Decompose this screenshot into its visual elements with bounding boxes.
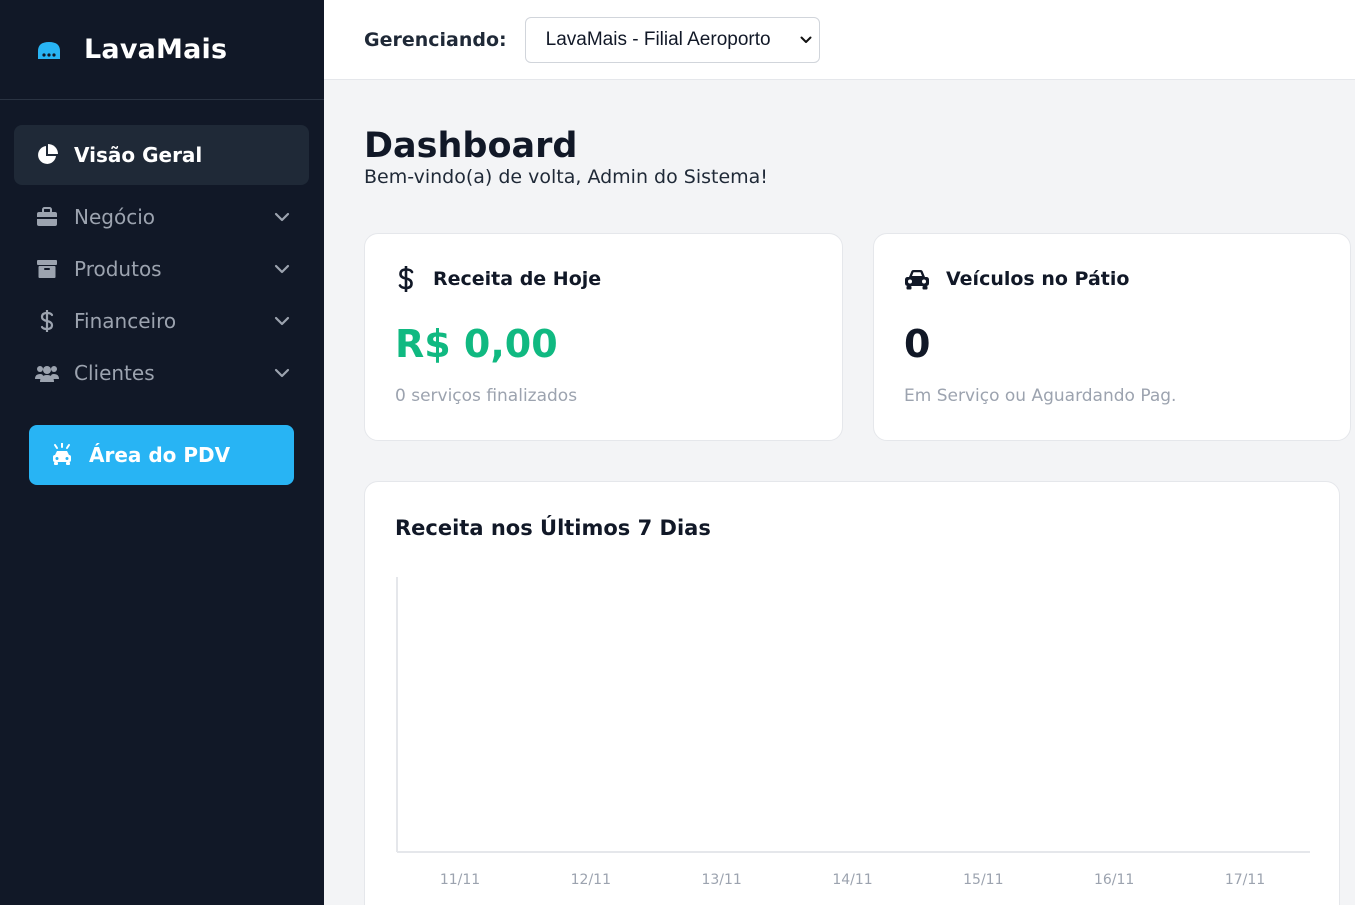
branch-select[interactable]: LavaMais - Filial Aeroporto: [524, 16, 820, 63]
revenue-today-card: Receita de Hoje R$ 0,00 0 serviços final…: [364, 233, 843, 441]
vehicles-in-yard-card: Veículos no Pátio 0 Em Serviço ou Aguard…: [873, 233, 1351, 441]
pie-chart-icon: [34, 144, 60, 166]
sidebar-item-visao-geral[interactable]: Visão Geral: [14, 125, 309, 185]
chevron-down-icon: [799, 33, 813, 47]
briefcase-icon: [34, 206, 60, 228]
pdv-area-button[interactable]: Área do PDV: [29, 425, 294, 485]
x-tick-label: 13/11: [701, 872, 741, 888]
sidebar-item-label: Produtos: [74, 257, 162, 281]
archive-box-icon: [34, 258, 60, 280]
sidebar-item-clientes[interactable]: Clientes: [14, 347, 309, 399]
revenue-chart-card: Receita nos Últimos 7 Dias 11/11 12/11 13/…: [364, 481, 1340, 905]
branch-select-value: LavaMais - Filial Aeroporto: [545, 28, 771, 50]
x-tick-label: 12/11: [571, 872, 611, 888]
pdv-area-label: Área do PDV: [89, 443, 231, 467]
x-tick-label: 15/11: [963, 872, 1003, 888]
card-title: Receita de Hoje: [433, 268, 602, 290]
car-icon: [904, 266, 930, 292]
sidebar-item-label: Clientes: [74, 361, 155, 385]
vehicles-count-value: 0: [904, 322, 931, 366]
services-finished-note: 0 serviços finalizados: [395, 386, 578, 406]
brand[interactable]: LavaMais: [0, 0, 324, 100]
x-tick-label: 17/11: [1225, 872, 1265, 888]
card-header: Receita de Hoje: [395, 266, 601, 292]
sidebar-item-label: Negócio: [74, 205, 155, 229]
x-tick-label: 16/11: [1094, 872, 1134, 888]
dollar-icon: [395, 266, 417, 292]
sidebar-item-label: Financeiro: [74, 309, 177, 333]
card-header: Veículos no Pátio: [904, 266, 1129, 292]
managing-label: Gerenciando:: [364, 28, 507, 51]
x-tick-label: 14/11: [832, 872, 872, 888]
page-subtitle: Bem-vindo(a) de volta, Admin do Sistema!: [364, 166, 768, 188]
chevron-down-icon: [273, 312, 291, 330]
card-title: Veículos no Pátio: [946, 268, 1130, 290]
sidebar-item-produtos[interactable]: Produtos: [14, 243, 309, 295]
page-title: Dashboard: [364, 126, 578, 166]
sidebar-item-label: Visão Geral: [74, 143, 203, 167]
revenue-line-chart: 11/11 12/11 13/11 14/11 15/11 16/11 17/11: [396, 577, 1310, 888]
dollar-icon: [34, 310, 60, 332]
chevron-down-icon: [273, 260, 291, 278]
sidebar: LavaMais Visão Geral Negócio Produtos Fi…: [0, 0, 324, 905]
chevron-down-icon: [273, 208, 291, 226]
vehicles-status-note: Em Serviço ou Aguardando Pag.: [904, 386, 1177, 406]
chevron-down-icon: [273, 364, 291, 382]
top-bar: Gerenciando: LavaMais - Filial Aeroporto: [324, 0, 1355, 80]
sidebar-nav: Visão Geral Negócio Produtos Financeiro …: [0, 100, 324, 399]
sidebar-item-financeiro[interactable]: Financeiro: [14, 295, 309, 347]
revenue-today-value: R$ 0,00: [395, 322, 558, 366]
users-icon: [34, 362, 60, 384]
car-wash-icon: [51, 443, 73, 467]
car-wash-icon: [34, 38, 64, 62]
sidebar-item-negocio[interactable]: Negócio: [14, 191, 309, 243]
brand-name: LavaMais: [84, 34, 228, 65]
x-tick-label: 11/11: [440, 872, 480, 888]
